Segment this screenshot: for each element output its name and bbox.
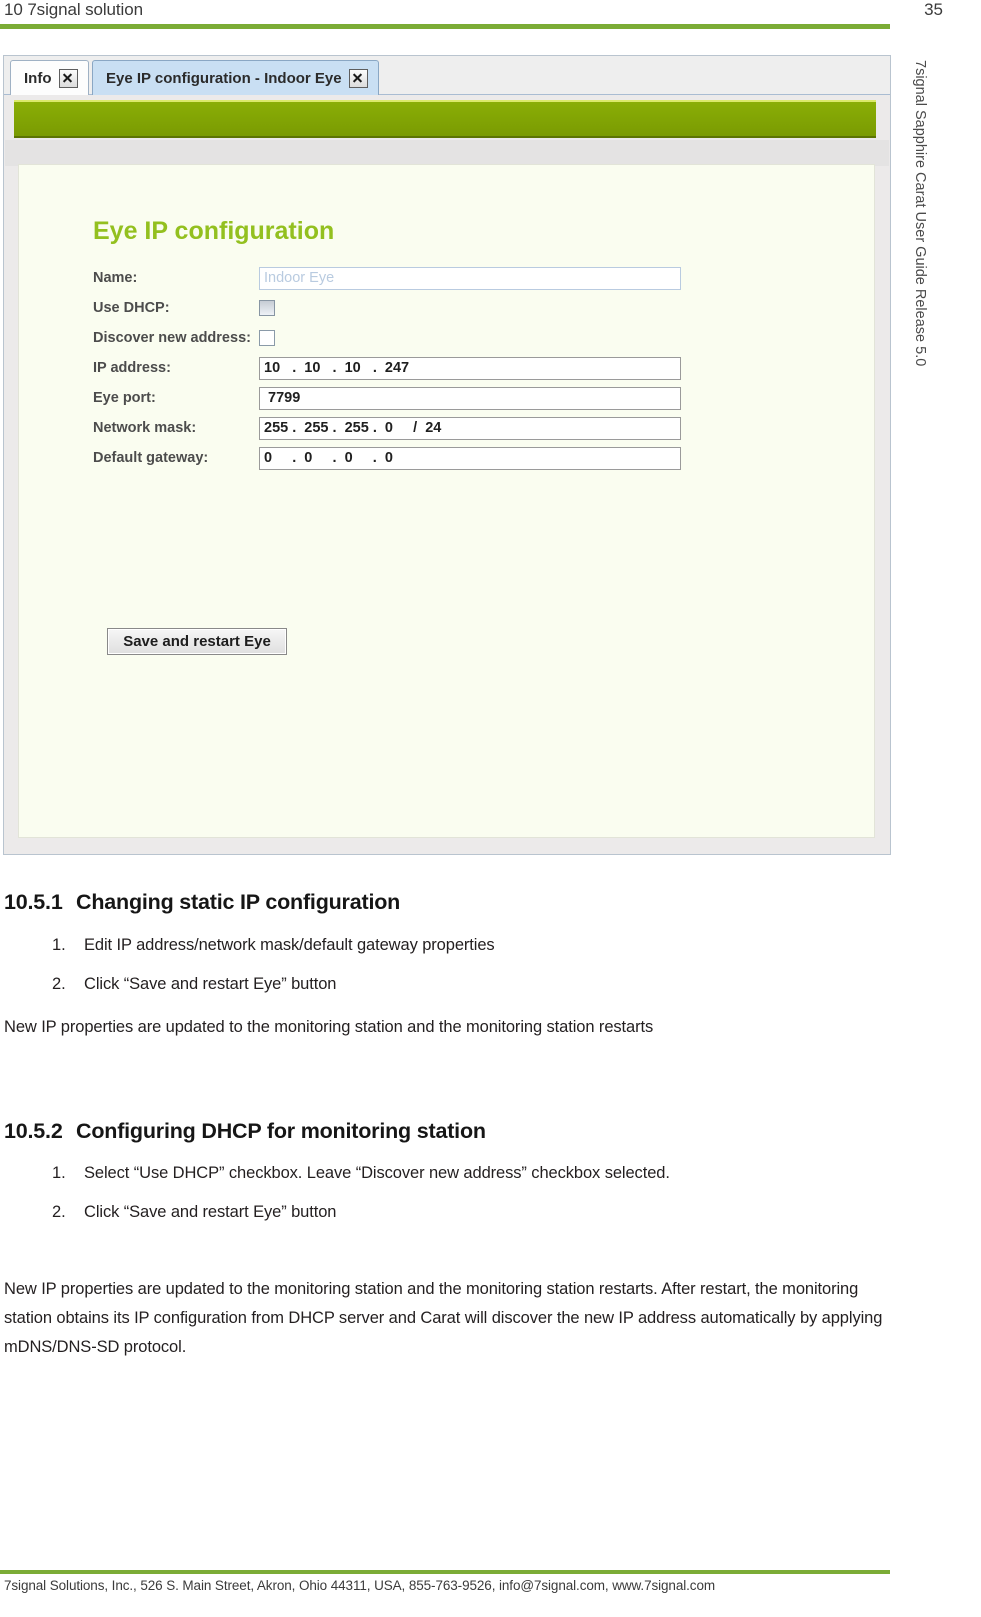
eye-port-input[interactable]: 7799 — [259, 386, 681, 410]
label-use-dhcp: Use DHCP: — [93, 300, 170, 316]
tab-strip: Info Eye IP configuration - Indoor Eye — [4, 56, 890, 95]
label-ip-address: IP address: — [93, 360, 171, 376]
tab-info-label: Info — [24, 69, 52, 87]
name-input[interactable]: Indoor Eye — [259, 266, 681, 290]
form-row-discover-new-address: Discover new address: — [93, 323, 713, 353]
label-eye-port: Eye port: — [93, 390, 156, 406]
close-icon[interactable] — [348, 68, 368, 88]
form-row-name: Name: Indoor Eye — [93, 263, 713, 293]
label-default-gateway: Default gateway: — [93, 450, 209, 466]
brand-banner — [14, 100, 876, 138]
save-and-restart-eye-button[interactable]: Save and restart Eye — [107, 628, 287, 655]
list-item: 2. Click “Save and restart Eye” button — [52, 975, 336, 994]
list-item: 1. Select “Use DHCP” checkbox. Leave “Dis… — [52, 1164, 670, 1183]
tab-eye-ip-configuration[interactable]: Eye IP configuration - Indoor Eye — [92, 60, 379, 95]
section-title: Configuring DHCP for monitoring station — [76, 1119, 486, 1143]
running-head-title: 10 7signal solution — [4, 0, 143, 19]
footer-rule — [0, 1570, 890, 1574]
eye-ip-configuration-panel: Eye IP configuration Name: Indoor Eye Us… — [18, 164, 875, 838]
header-rule — [0, 24, 890, 29]
application-screenshot: Info Eye IP configuration - Indoor Eye E… — [3, 55, 891, 855]
side-running-title: 7signal Sapphire Carat User Guide Releas… — [912, 60, 928, 367]
list-item-text: Click “Save and restart Eye” button — [84, 1203, 337, 1221]
section-number: 10.5.2 — [4, 1119, 63, 1143]
list-item-number: 1. — [52, 936, 66, 954]
use-dhcp-checkbox[interactable] — [259, 300, 275, 316]
section-number: 10.5.1 — [4, 890, 63, 914]
list-item-number: 2. — [52, 1203, 66, 1221]
label-name: Name: — [93, 270, 138, 286]
paragraph-10-5-1: New IP properties are updated to the mon… — [4, 1018, 654, 1036]
list-item: 2. Click “Save and restart Eye” button — [52, 1203, 336, 1222]
form-row-default-gateway: Default gateway: 0 . 0 . 0 . 0 — [93, 443, 713, 473]
form-row-network-mask: Network mask: 255 . 255 . 255 . 0 / 24 — [93, 413, 713, 443]
tab-eye-ip-configuration-label: Eye IP configuration - Indoor Eye — [106, 69, 342, 87]
list-item-number: 1. — [52, 1164, 66, 1182]
label-network-mask: Network mask: — [93, 420, 197, 436]
form-row-ip-address: IP address: 10 . 10 . 10 . 247 — [93, 353, 713, 383]
default-gateway-input[interactable]: 0 . 0 . 0 . 0 — [259, 446, 681, 470]
footer-text: 7signal Solutions, Inc., 526 S. Main Str… — [4, 1578, 716, 1593]
list-item-text: Edit IP address/network mask/default gat… — [84, 936, 495, 954]
ip-address-input[interactable]: 10 . 10 . 10 . 247 — [259, 356, 681, 380]
section-heading-10-5-1: 10.5.1 Changing static IP configuration — [4, 890, 400, 915]
list-item-number: 2. — [52, 975, 66, 993]
network-mask-input[interactable]: 255 . 255 . 255 . 0 / 24 — [259, 416, 681, 440]
paragraph-10-5-2: New IP properties are updated to the mon… — [4, 1280, 883, 1356]
form-row-eye-port: Eye port: 7799 — [93, 383, 713, 413]
eye-ip-configuration-form: Name: Indoor Eye Use DHCP: Discover new … — [93, 263, 713, 473]
page-header: 10 7signal solution 35 — [0, 0, 981, 40]
close-icon[interactable] — [58, 68, 78, 88]
tab-info[interactable]: Info — [10, 60, 89, 95]
list-item-text: Click “Save and restart Eye” button — [84, 975, 337, 993]
form-row-use-dhcp: Use DHCP: — [93, 293, 713, 323]
section-heading-10-5-2: 10.5.2 Configuring DHCP for monitoring st… — [4, 1119, 486, 1144]
page-number: 35 — [924, 0, 943, 19]
panel-title: Eye IP configuration — [93, 217, 335, 245]
list-item: 1. Edit IP address/network mask/default g… — [52, 936, 495, 955]
discover-new-address-checkbox[interactable] — [259, 330, 275, 346]
banner-gap — [5, 140, 889, 166]
label-discover-new-address: Discover new address: — [93, 330, 251, 346]
section-title: Changing static IP configuration — [76, 890, 401, 914]
list-item-text: Select “Use DHCP” checkbox. Leave “Disco… — [84, 1164, 670, 1182]
